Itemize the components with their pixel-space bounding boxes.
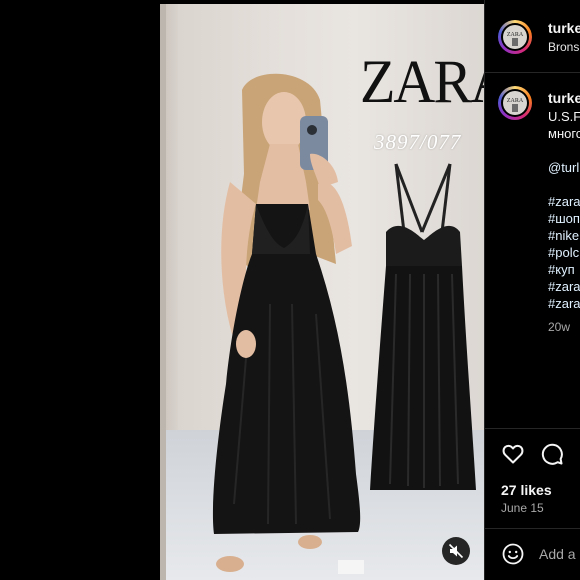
avatar-image: ZARA (503, 25, 527, 49)
divider (485, 528, 580, 529)
comment-icon (541, 443, 563, 465)
post-date: June 15 (501, 501, 544, 515)
hashtag-link[interactable]: #zara (548, 193, 580, 210)
comment-input[interactable] (539, 544, 579, 564)
caption-line-1: U.S.F (548, 109, 580, 124)
mute-button[interactable] (442, 537, 470, 565)
hashtag-link[interactable]: #polc (548, 244, 579, 261)
hashtag-link[interactable]: #шоп (548, 210, 580, 227)
speaker-muted-icon (448, 543, 464, 559)
hashtag-link[interactable]: #nike (548, 227, 579, 244)
avatar[interactable]: ZARA (498, 20, 532, 54)
avatar-logo-text: ZARA (507, 32, 524, 38)
hashtag-link[interactable]: #zara (548, 278, 580, 295)
hashtag-link[interactable]: #zara (548, 295, 580, 312)
caption-line-2: многс (548, 126, 580, 141)
divider (485, 72, 580, 73)
post-media[interactable]: ZARA 3897/077 (160, 4, 484, 580)
comment-button[interactable] (540, 442, 564, 471)
post-sidebar: ZARA turke Bronsk ZARA turke U.S.F многс… (484, 0, 580, 580)
avatar-logo-text: ZARA (507, 98, 524, 104)
likes-count[interactable]: 27 likes (501, 482, 552, 498)
article-code: 3897/077 (374, 130, 462, 154)
like-button[interactable] (501, 442, 525, 471)
smiley-icon (502, 543, 524, 565)
header-location[interactable]: Bronsk (548, 40, 580, 54)
hashtag-link[interactable]: #куп (548, 261, 575, 278)
heart-icon (502, 444, 524, 464)
divider (485, 428, 580, 429)
brand-logo: ZARA (360, 47, 484, 116)
caption-mention[interactable]: @turl (548, 159, 579, 176)
caption-avatar[interactable]: ZARA (498, 86, 532, 120)
emoji-button[interactable] (501, 542, 525, 571)
header-username[interactable]: turke (548, 20, 580, 36)
caption-username[interactable]: turke (548, 90, 580, 106)
caption-age: 20w (548, 320, 571, 334)
